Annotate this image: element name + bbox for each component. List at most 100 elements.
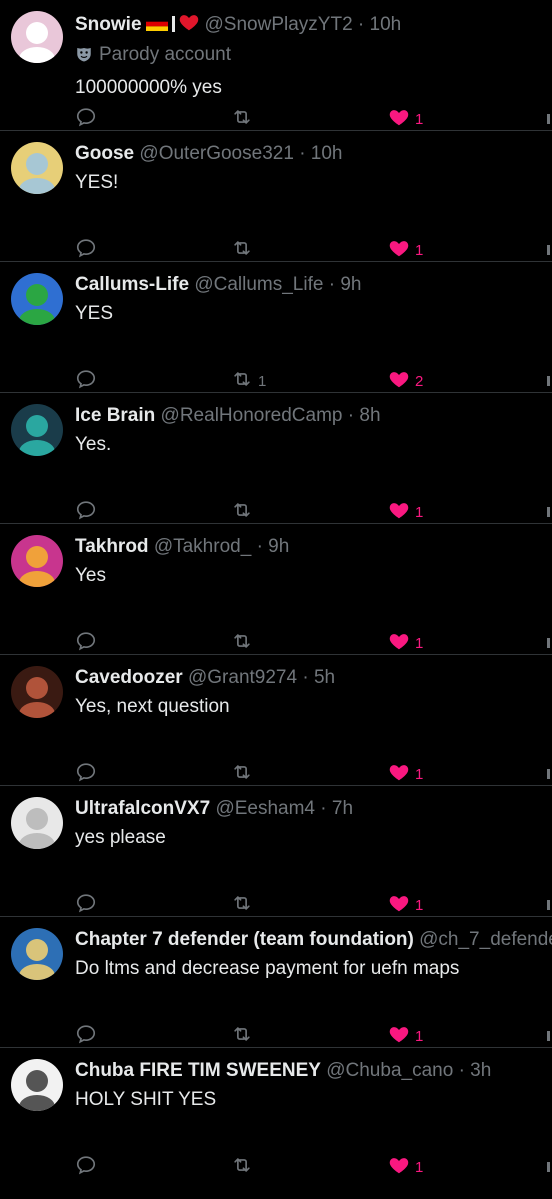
user-handle[interactable]: @Callums_Life — [194, 274, 323, 295]
like-button[interactable]: 1 — [387, 1155, 423, 1179]
timestamp[interactable]: 10h — [311, 143, 343, 164]
tweet[interactable]: Chuba FIRE TIM SWEENEY @Chuba_cano · 3h H… — [0, 1048, 552, 1179]
display-name[interactable]: Goose — [75, 143, 134, 164]
like-button[interactable]: 1 — [387, 631, 423, 655]
retweet-button[interactable] — [230, 1155, 258, 1179]
views-button[interactable] — [547, 369, 550, 393]
views-button[interactable] — [547, 762, 550, 786]
display-name[interactable]: Snowie — [75, 14, 142, 35]
user-handle[interactable]: @Eesham4 — [215, 798, 315, 819]
tweet-text: Yes, next question — [75, 696, 230, 717]
retweet-button[interactable] — [230, 238, 258, 262]
timestamp[interactable]: 5h — [314, 667, 335, 688]
retweet-button[interactable] — [230, 762, 258, 786]
display-name[interactable]: Chapter 7 defender (team foundation) — [75, 929, 414, 950]
reply-button[interactable] — [75, 238, 97, 262]
separator-dot: · — [256, 536, 263, 557]
user-handle[interactable]: @RealHonoredCamp — [161, 405, 343, 426]
avatar[interactable] — [11, 404, 63, 456]
avatar[interactable] — [11, 11, 63, 63]
tweet[interactable]: Takhrod @Takhrod_ · 9h Yes 1 — [0, 524, 552, 655]
display-name[interactable]: Ice Brain — [75, 405, 155, 426]
avatar[interactable] — [11, 928, 63, 980]
timestamp[interactable]: 7h — [332, 798, 353, 819]
tweet-text: Yes — [75, 565, 106, 586]
reply-button[interactable] — [75, 369, 97, 393]
like-button[interactable]: 1 — [387, 1024, 423, 1048]
heart-icon — [387, 499, 411, 525]
like-button[interactable]: 1 — [387, 762, 423, 786]
reply-button[interactable] — [75, 1024, 97, 1048]
views-button[interactable] — [547, 631, 550, 655]
action-bar: 1 — [75, 107, 552, 131]
retweet-button[interactable] — [230, 500, 258, 524]
avatar[interactable] — [11, 273, 63, 325]
views-button[interactable] — [547, 107, 550, 131]
tweet[interactable]: Callums-Life @Callums_Life · 9h YES 1 2 — [0, 262, 552, 393]
user-handle[interactable]: @SnowPlayzYT2 — [205, 14, 353, 35]
user-handle[interactable]: @Chuba_cano — [326, 1060, 453, 1081]
like-button[interactable]: 1 — [387, 107, 423, 131]
display-name[interactable]: Takhrod — [75, 536, 149, 557]
display-name[interactable]: UltrafalconVX7 — [75, 798, 210, 819]
avatar[interactable] — [11, 1059, 63, 1111]
views-button[interactable] — [547, 1024, 550, 1048]
timestamp[interactable]: 9h — [340, 274, 361, 295]
tweet[interactable]: Chapter 7 defender (team foundation) @ch… — [0, 917, 552, 1048]
heart-icon — [387, 1154, 411, 1180]
views-button[interactable] — [547, 893, 550, 917]
action-bar: 1 — [75, 631, 552, 655]
views-button[interactable] — [547, 500, 550, 524]
reply-button[interactable] — [75, 1155, 97, 1179]
tweet[interactable]: Ice Brain @RealHonoredCamp · 8h Yes. 1 — [0, 393, 552, 524]
reply-button[interactable] — [75, 631, 97, 655]
user-handle[interactable]: @OuterGoose321 — [139, 143, 294, 164]
retweet-icon — [230, 368, 254, 394]
like-count: 1 — [415, 503, 424, 521]
tweet[interactable]: Cavedoozer @Grant9274 · 5h Yes, next ques… — [0, 655, 552, 786]
user-handle[interactable]: @Grant9274 — [188, 667, 297, 688]
reply-button[interactable] — [75, 107, 97, 131]
views-icon — [547, 376, 550, 386]
tweet[interactable]: Goose @OuterGoose321 · 10h YES! 1 — [0, 131, 552, 262]
retweet-button[interactable] — [230, 893, 258, 917]
like-count: 1 — [415, 1158, 424, 1176]
avatar[interactable] — [11, 666, 63, 718]
timestamp[interactable]: 8h — [359, 405, 380, 426]
tweet[interactable]: UltrafalconVX7 @Eesham4 · 7h yes please 1 — [0, 786, 552, 917]
user-handle[interactable]: @Takhrod_ — [154, 536, 251, 557]
display-name[interactable]: Cavedoozer — [75, 667, 183, 688]
reply-button[interactable] — [75, 500, 97, 524]
reply-button[interactable] — [75, 762, 97, 786]
display-name[interactable]: Chuba FIRE TIM SWEENEY — [75, 1060, 321, 1081]
retweet-button[interactable] — [230, 107, 258, 131]
heart-icon — [387, 892, 411, 918]
like-button[interactable]: 1 — [387, 893, 423, 917]
parody-label: Parody account — [75, 43, 231, 67]
like-count: 1 — [415, 896, 424, 914]
like-button[interactable]: 1 — [387, 238, 423, 262]
avatar[interactable] — [11, 797, 63, 849]
tweet-header: Ice Brain @RealHonoredCamp · 8h — [75, 404, 552, 428]
user-handle[interactable]: @ch_7_defender — [419, 929, 552, 950]
avatar[interactable] — [11, 535, 63, 587]
display-name[interactable]: Callums-Life — [75, 274, 189, 295]
timestamp[interactable]: 3h — [470, 1060, 491, 1081]
tweet[interactable]: Snowie @SnowPlayzYT2 · 10h Parody account 1… — [0, 0, 552, 131]
retweet-button[interactable] — [230, 631, 258, 655]
retweet-button[interactable]: 1 — [230, 369, 266, 393]
views-button[interactable] — [547, 1155, 550, 1179]
like-button[interactable]: 1 — [387, 500, 423, 524]
retweet-button[interactable] — [230, 1024, 258, 1048]
avatar[interactable] — [11, 142, 63, 194]
tweet-header: Chuba FIRE TIM SWEENEY @Chuba_cano · 3h — [75, 1059, 552, 1083]
action-bar: 12 — [75, 369, 552, 393]
timestamp[interactable]: 9h — [268, 536, 289, 557]
retweet-icon — [230, 1154, 254, 1180]
timestamp[interactable]: 10h — [370, 14, 402, 35]
like-button[interactable]: 2 — [387, 369, 423, 393]
reply-button[interactable] — [75, 893, 97, 917]
tweet-header: Snowie @SnowPlayzYT2 · 10h — [75, 11, 552, 37]
separator-dot: · — [458, 1060, 465, 1081]
views-button[interactable] — [547, 238, 550, 262]
